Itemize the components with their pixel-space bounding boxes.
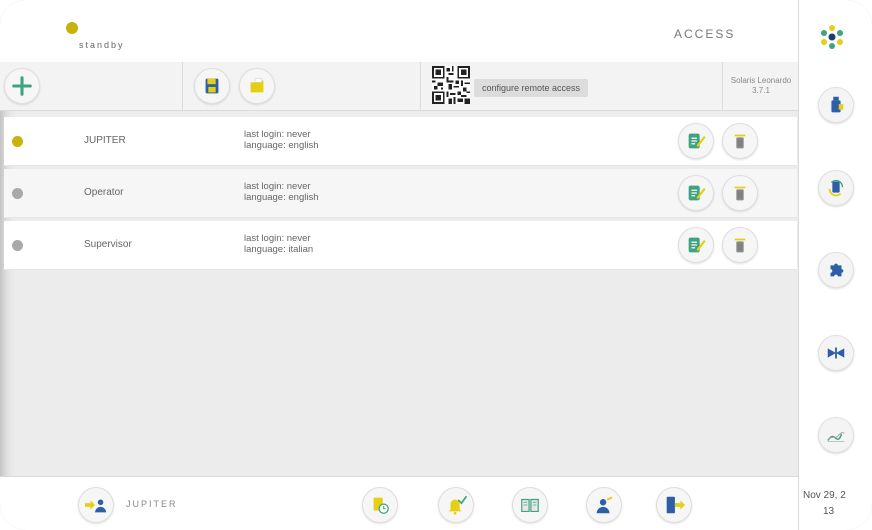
user-info: last login: never language: english bbox=[244, 181, 318, 203]
user-management-button[interactable] bbox=[586, 487, 622, 523]
user-row-jupiter[interactable]: JUPITER last login: never language: engl… bbox=[4, 117, 797, 166]
user-row-operator[interactable]: Operator last login: never language: eng… bbox=[4, 169, 797, 218]
trash-icon bbox=[734, 238, 746, 253]
save-icon bbox=[205, 78, 219, 94]
bell-check-icon bbox=[448, 495, 467, 515]
top-bar: standby ACCESS bbox=[0, 0, 798, 63]
version-name: Solaris Leonardo bbox=[730, 76, 792, 85]
delete-user-button[interactable] bbox=[722, 227, 758, 263]
user-status-dot bbox=[12, 240, 23, 251]
history-icon bbox=[373, 497, 389, 514]
rotate-icon bbox=[828, 179, 844, 197]
user-info: last login: never language: italian bbox=[244, 233, 313, 255]
time-display: 13 bbox=[823, 506, 835, 517]
edit-user-button[interactable] bbox=[678, 175, 714, 211]
right-sidebar: Nov 29, 2 13 bbox=[798, 0, 872, 530]
puzzle-icon bbox=[830, 263, 844, 277]
version-info: Solaris Leonardo 3.7.1 bbox=[726, 76, 796, 96]
last-login: last login: never bbox=[244, 129, 311, 140]
save-button[interactable] bbox=[194, 68, 230, 104]
folder-icon bbox=[250, 78, 264, 93]
edit-user-button[interactable] bbox=[678, 123, 714, 159]
bottom-bar: JUPITER bbox=[0, 476, 798, 530]
edit-icon bbox=[688, 237, 706, 253]
qr-code-icon bbox=[432, 66, 470, 104]
delete-user-button[interactable] bbox=[722, 123, 758, 159]
language: language: english bbox=[244, 140, 319, 151]
delete-user-button[interactable] bbox=[722, 175, 758, 211]
side-cartridge-button[interactable] bbox=[818, 87, 854, 123]
alarms-button[interactable] bbox=[438, 487, 474, 523]
cartridge-icon bbox=[831, 96, 844, 113]
version-number: 3.7.1 bbox=[752, 86, 770, 95]
logo-icon bbox=[821, 25, 843, 49]
user-login-icon bbox=[85, 499, 107, 513]
switch-user-button[interactable] bbox=[78, 487, 114, 523]
edit-icon bbox=[688, 185, 706, 201]
user-name: Supervisor bbox=[84, 239, 132, 250]
status-text: standby bbox=[79, 40, 125, 50]
language: language: italian bbox=[244, 244, 314, 255]
last-login: last login: never bbox=[244, 233, 311, 244]
user-status-dot bbox=[12, 136, 23, 147]
add-user-button[interactable] bbox=[4, 68, 40, 104]
load-button[interactable] bbox=[239, 68, 275, 104]
toolbar: configure remote access Solaris Leonardo… bbox=[0, 62, 798, 111]
trash-icon bbox=[734, 186, 746, 201]
app-frame: standby ACCESS configure remote access S… bbox=[0, 0, 872, 530]
side-chart-button[interactable] bbox=[818, 417, 854, 453]
trash-icon bbox=[734, 134, 746, 149]
logout-button[interactable] bbox=[656, 487, 692, 523]
edit-icon bbox=[688, 133, 706, 149]
current-user-name: JUPITER bbox=[126, 499, 178, 509]
side-rotate-button[interactable] bbox=[818, 170, 854, 206]
edit-user-button[interactable] bbox=[678, 227, 714, 263]
side-valve-button[interactable] bbox=[818, 335, 854, 371]
date-display: Nov 29, 2 bbox=[803, 490, 846, 501]
chart-icon bbox=[827, 432, 845, 442]
status-indicator bbox=[66, 22, 78, 34]
user-row-supervisor[interactable]: Supervisor last login: never language: i… bbox=[4, 221, 797, 270]
history-button[interactable] bbox=[362, 487, 398, 523]
user-name: Operator bbox=[84, 187, 124, 198]
valve-icon bbox=[827, 347, 845, 359]
plus-icon bbox=[12, 76, 32, 96]
logout-icon bbox=[666, 496, 685, 514]
user-name: JUPITER bbox=[84, 135, 126, 146]
configure-remote-access-button[interactable]: configure remote access bbox=[474, 79, 589, 97]
user-status-dot bbox=[12, 188, 23, 199]
side-puzzle-button[interactable] bbox=[818, 252, 854, 288]
book-icon bbox=[521, 498, 539, 513]
user-info: last login: never language: english bbox=[244, 129, 318, 151]
page-title: ACCESS bbox=[674, 27, 736, 41]
language: language: english bbox=[244, 192, 319, 203]
last-login: last login: never bbox=[244, 181, 311, 192]
manual-button[interactable] bbox=[512, 487, 548, 523]
user-icon bbox=[596, 496, 613, 514]
